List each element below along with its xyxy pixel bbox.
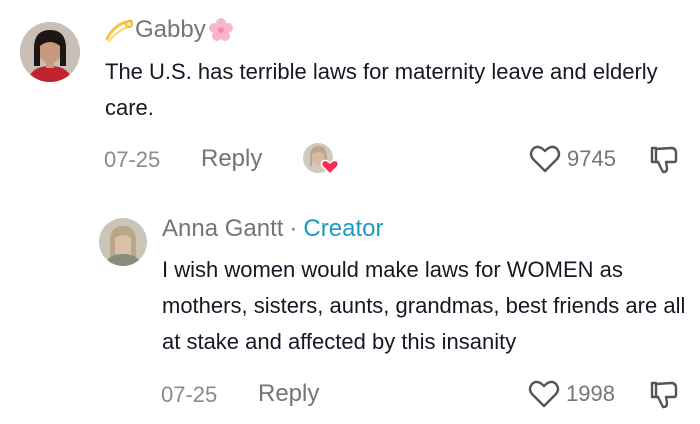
thumbs-down-icon[interactable] bbox=[648, 144, 680, 176]
comment-date: 07-25 bbox=[161, 382, 218, 407]
like-button[interactable]: 9745 bbox=[529, 144, 616, 174]
like-count: 1998 bbox=[566, 381, 615, 406]
like-count: 9745 bbox=[567, 146, 616, 171]
heart-outline-icon[interactable] bbox=[528, 379, 560, 409]
creator-badge: Creator bbox=[303, 215, 384, 242]
like-button[interactable]: 1998 bbox=[528, 379, 615, 409]
dislike-button[interactable] bbox=[648, 144, 680, 181]
creator-liked-badge bbox=[302, 140, 342, 176]
comet-emoji-icon bbox=[105, 17, 135, 43]
username-label[interactable]: Anna Gantt bbox=[162, 215, 283, 243]
dislike-button[interactable] bbox=[648, 379, 680, 416]
comment-username[interactable]: Gabby bbox=[105, 16, 234, 44]
comment-text: I wish women would make laws for WOMEN a… bbox=[162, 257, 686, 354]
reply-button[interactable]: Reply bbox=[258, 380, 319, 408]
avatar[interactable] bbox=[20, 22, 80, 82]
thumbs-down-icon[interactable] bbox=[648, 379, 680, 411]
comment-username[interactable]: Anna Gantt · Creator bbox=[162, 215, 383, 243]
avatar[interactable] bbox=[99, 218, 147, 266]
cherry-blossom-emoji-icon bbox=[208, 17, 234, 43]
reply-button[interactable]: Reply bbox=[201, 145, 262, 173]
heart-outline-icon[interactable] bbox=[529, 144, 561, 174]
comment-text: The U.S. has terrible laws for maternity… bbox=[105, 59, 658, 120]
username-label[interactable]: Gabby bbox=[135, 16, 206, 44]
separator-dot: · bbox=[289, 215, 298, 242]
comment-date: 07-25 bbox=[104, 147, 161, 172]
